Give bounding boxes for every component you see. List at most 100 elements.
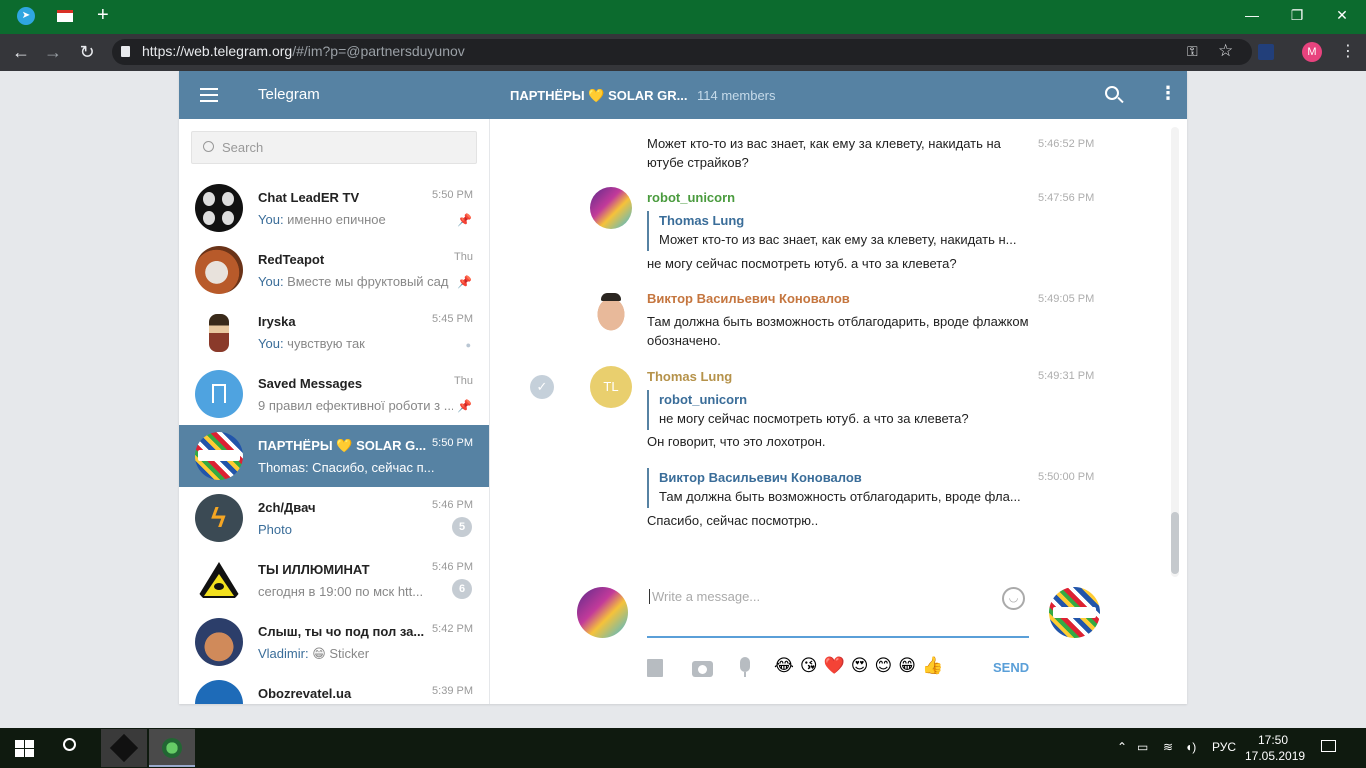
extension-icon[interactable] xyxy=(1258,44,1274,60)
dialog-item[interactable]: ТЫ ИЛЛЮМИНАТ 5:46 PM сегодня в 19:00 по … xyxy=(179,549,489,611)
dialog-sender: You: xyxy=(258,212,284,227)
emoji-kiss[interactable]: 😘 xyxy=(800,656,818,675)
tray-battery-icon[interactable]: ▭ xyxy=(1137,740,1148,754)
forward-icon[interactable]: → xyxy=(42,42,64,64)
reply-quote[interactable]: robot_unicorn не могу сейчас посмотреть … xyxy=(647,390,1032,430)
avatar[interactable] xyxy=(590,289,632,331)
emoji-blush[interactable]: 😊 xyxy=(875,656,893,675)
emoji-grin[interactable]: 😁 xyxy=(898,656,916,675)
message-time: 5:46:52 PM xyxy=(1038,138,1095,150)
message-select-check-icon[interactable]: ✓ xyxy=(530,375,554,399)
bookmark-star-icon[interactable]: ☆ xyxy=(1218,41,1233,61)
dialog-text: 9 правил ефективної роботи з ... xyxy=(258,398,453,413)
back-icon[interactable]: ← xyxy=(10,42,32,64)
emoji-thumbs-up[interactable]: 👍 xyxy=(922,656,943,675)
dialog-time: Thu xyxy=(454,375,473,387)
more-menu-icon[interactable]: ⋮ xyxy=(1159,83,1177,104)
message-author[interactable]: Виктор Васильевич Коновалов xyxy=(647,291,850,306)
dialog-name: Saved Messages xyxy=(258,376,363,391)
avatar xyxy=(195,184,243,232)
send-button[interactable]: SEND xyxy=(993,660,1029,675)
dialog-text: сегодня в 19:00 по мск htt... xyxy=(258,584,424,599)
dialog-time: 5:50 PM xyxy=(432,437,473,449)
dialog-text: чувствую так xyxy=(283,336,365,351)
reply-quote[interactable]: Thomas Lung Может кто-то из вас знает, к… xyxy=(647,211,1032,251)
chat-members-count[interactable]: 114 members xyxy=(697,88,776,103)
dialog-item[interactable]: Iryska 5:45 PM You: чувствую так ● xyxy=(179,301,489,363)
dialog-name: ПАРТНЁРЫ 💛 SOLAR G... xyxy=(258,438,427,453)
browser-menu-icon[interactable]: ⋮ xyxy=(1340,41,1356,61)
avatar[interactable] xyxy=(590,187,632,229)
dialog-text: 😁 Sticker xyxy=(308,646,370,661)
tray-chevron-icon[interactable]: ⌃ xyxy=(1117,740,1127,754)
reload-icon[interactable]: ↻ xyxy=(76,42,98,64)
avatar[interactable]: TL xyxy=(590,366,632,408)
dialog-preview: Vladimir: 😁 Sticker xyxy=(258,646,453,662)
dialog-time: Thu xyxy=(454,251,473,263)
dialog-preview: You: именно епичное xyxy=(258,212,453,227)
dialog-time: 5:45 PM xyxy=(432,313,473,325)
dialog-item[interactable]: Saved Messages Thu 9 правил ефективної р… xyxy=(179,363,489,425)
emoji-picker-icon[interactable]: ◡ xyxy=(1002,587,1025,610)
search-input[interactable]: Search xyxy=(222,140,263,155)
dialog-name: Chat LeadER TV xyxy=(258,190,360,205)
scrollbar-track[interactable] xyxy=(1171,127,1179,577)
hamburger-menu-icon[interactable] xyxy=(200,88,218,102)
my-avatar[interactable] xyxy=(577,587,628,638)
message-text: Спасибо, сейчас посмотрю.. xyxy=(647,513,819,528)
dialog-item[interactable]: Obozrevatel.ua 5:39 PM xyxy=(179,673,489,704)
app-header: Telegram ПАРТНЁРЫ 💛 SOLAR GR... 114 memb… xyxy=(179,71,1187,119)
emoji-joy[interactable]: 😂 xyxy=(774,656,794,675)
key-icon[interactable]: ⚿ xyxy=(1187,43,1198,60)
dialog-item[interactable]: RedTeapot Thu You: Вместе мы фруктовый с… xyxy=(179,239,489,301)
profile-avatar[interactable]: M xyxy=(1302,42,1322,62)
url-text[interactable]: https://web.telegram.org/#/im?p=@partner… xyxy=(142,43,465,59)
taskbar-app-browser[interactable] xyxy=(149,729,195,767)
gmail-tab-icon[interactable] xyxy=(57,10,73,22)
attach-photo-icon[interactable] xyxy=(692,661,713,677)
dialog-sender: Photo xyxy=(258,522,292,537)
avatar xyxy=(195,556,243,604)
peer-avatar[interactable] xyxy=(1049,587,1100,638)
tray-network-icon[interactable]: ≋ xyxy=(1163,740,1173,754)
message-author[interactable]: robot_unicorn xyxy=(647,190,735,205)
tray-time[interactable]: 17:50 xyxy=(1258,733,1288,747)
taskbar-app-dark[interactable] xyxy=(101,729,147,767)
tray-volume-icon[interactable]: ◖) xyxy=(1185,740,1196,754)
restore-button[interactable]: ❐ xyxy=(1284,5,1310,27)
reply-quote[interactable]: Виктор Васильевич Коновалов Там должна б… xyxy=(647,468,1032,508)
unread-badge: 6 xyxy=(452,579,472,599)
dialog-preview: Photo xyxy=(258,522,453,537)
dialog-item[interactable]: ϟ 2ch/Двач 5:46 PM Photo 5 xyxy=(179,487,489,549)
dialog-item[interactable]: Слыш, ты чо под пол за... 5:42 PM Vladim… xyxy=(179,611,489,673)
emoji-heart-eyes[interactable]: 😍 xyxy=(851,656,869,675)
dialog-item-active[interactable]: ПАРТНЁРЫ 💛 SOLAR G... 5:50 PM Thomas: Сп… xyxy=(179,425,489,487)
new-tab-button[interactable]: + xyxy=(97,4,109,27)
scrollbar-thumb[interactable] xyxy=(1171,512,1179,574)
minimize-button[interactable]: — xyxy=(1239,5,1265,27)
emoji-quick-bar: 😂 😘 ❤️ 😍 😊 😁 👍 xyxy=(774,656,943,676)
tray-date[interactable]: 17.05.2019 xyxy=(1245,749,1305,763)
dialog-text: Thomas: Спасибо, сейчас п... xyxy=(258,460,435,475)
dialog-preview: сегодня в 19:00 по мск htt... xyxy=(258,584,453,599)
dialog-item[interactable]: Chat LeadER TV 5:50 PM You: именно епичн… xyxy=(179,177,489,239)
dialog-list: Search Chat LeadER TV 5:50 PM You: именн… xyxy=(179,119,490,704)
dialog-sender: You: xyxy=(258,274,284,289)
dialog-time: 5:46 PM xyxy=(432,561,473,573)
search-box[interactable]: Search xyxy=(191,131,477,164)
telegram-tab-icon[interactable]: ➤ xyxy=(17,7,35,25)
windows-start-icon[interactable] xyxy=(15,740,34,757)
attach-file-icon[interactable] xyxy=(647,659,663,677)
message-author[interactable]: Thomas Lung xyxy=(647,369,732,384)
tray-language[interactable]: РУС xyxy=(1212,740,1236,754)
emoji-heart[interactable]: ❤️ xyxy=(824,656,845,675)
close-window-button[interactable]: ✕ xyxy=(1329,5,1355,27)
taskbar-search-icon[interactable] xyxy=(63,738,76,751)
message-input[interactable]: Write a message... xyxy=(649,589,760,604)
chat-title[interactable]: ПАРТНЁРЫ 💛 SOLAR GR... xyxy=(510,88,688,104)
chat-area: Может кто-то из вас знает, как ему за кл… xyxy=(491,119,1187,704)
avatar xyxy=(195,308,243,356)
action-center-icon[interactable] xyxy=(1321,740,1336,752)
message-text: Может кто-то из вас знает, как ему за кл… xyxy=(647,136,1001,170)
microphone-icon[interactable] xyxy=(740,657,750,672)
